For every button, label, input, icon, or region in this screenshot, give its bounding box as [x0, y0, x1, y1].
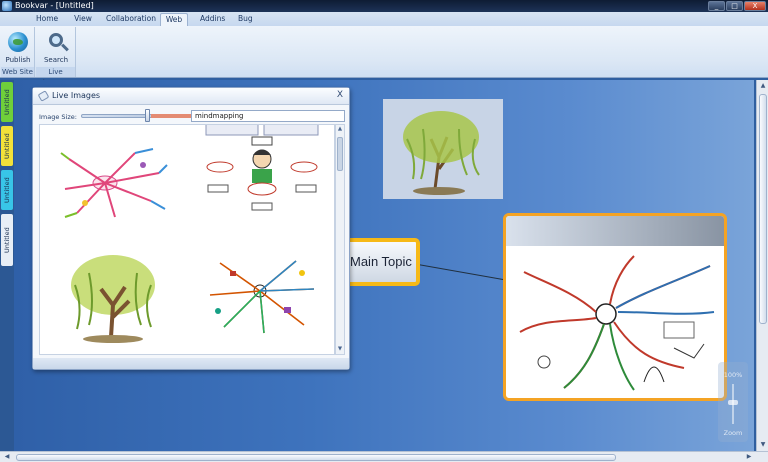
- panel-scroll-thumb[interactable]: [337, 137, 343, 171]
- image-search-input[interactable]: [191, 110, 345, 122]
- app-icon: [2, 1, 12, 11]
- vertical-scrollbar[interactable]: ▲ ▼: [756, 80, 768, 451]
- panel-footer: [33, 358, 349, 369]
- panel-header: Live Images X: [33, 88, 349, 105]
- doc-tab[interactable]: Untitled: [1, 170, 13, 210]
- doc-tab[interactable]: Untitled: [1, 214, 13, 266]
- group-web-site: Publish Web Site: [1, 27, 35, 77]
- image-results-grid: [39, 124, 335, 355]
- result-image: [60, 148, 168, 218]
- title-bar: Bookvar - [Untitled] _ □ X: [0, 0, 768, 12]
- zoom-knob[interactable]: [728, 400, 738, 405]
- globe-icon: [8, 32, 28, 52]
- tab-collaboration[interactable]: Collaboration: [106, 13, 156, 26]
- tab-view[interactable]: View: [74, 13, 92, 26]
- mindmap-image: [519, 255, 715, 391]
- publish-label: Publish: [5, 56, 31, 64]
- image-result[interactable]: [204, 255, 320, 335]
- maximize-button[interactable]: □: [726, 1, 743, 11]
- slider-fill: [151, 114, 193, 118]
- ribbon-tabs: Home View Collaboration Web Addins Bug: [0, 12, 768, 26]
- panel-close-button[interactable]: X: [337, 90, 343, 100]
- horizontal-scroll-thumb[interactable]: [16, 454, 616, 461]
- tree-image: [403, 111, 480, 195]
- close-button[interactable]: X: [744, 1, 766, 11]
- scroll-up-arrow[interactable]: ▲: [758, 81, 768, 91]
- doc-tab[interactable]: Untitled: [1, 126, 13, 166]
- window-title: Bookvar - [Untitled]: [15, 1, 94, 10]
- ribbon: Publish Web Site Search Live Images: [0, 26, 768, 86]
- floating-image[interactable]: [383, 99, 503, 199]
- tab-home[interactable]: Home: [36, 13, 58, 26]
- tab-addins[interactable]: Addins: [200, 13, 225, 26]
- scroll-right-arrow[interactable]: ▶: [744, 452, 754, 462]
- minimize-button[interactable]: _: [708, 1, 725, 11]
- image-size-label: Image Size:: [39, 113, 77, 121]
- result-image: [71, 255, 155, 343]
- tab-bug[interactable]: Bug: [238, 13, 253, 26]
- search-label: Search: [43, 56, 69, 64]
- image-result[interactable]: [204, 125, 320, 223]
- document-tabs: Untitled Untitled Untitled Untitled: [0, 80, 14, 451]
- vertical-scroll-thumb[interactable]: [759, 94, 767, 324]
- image-size-slider-thumb[interactable]: [145, 109, 150, 122]
- pin-icon[interactable]: [37, 90, 50, 102]
- scroll-down-arrow[interactable]: ▼: [336, 345, 344, 354]
- tab-web[interactable]: Web: [160, 13, 188, 26]
- image-topic-node[interactable]: [503, 213, 727, 401]
- panel-scrollbar[interactable]: ▲ ▼: [335, 124, 345, 355]
- doc-tab[interactable]: Untitled: [1, 82, 13, 122]
- main-topic-node[interactable]: Main Topic: [340, 238, 420, 286]
- result-image: [205, 125, 319, 211]
- panel-title: Live Images: [52, 91, 101, 100]
- publish-button[interactable]: Publish: [2, 29, 34, 65]
- group-label-live-images: Live Images: [36, 67, 75, 86]
- search-icon: [49, 33, 63, 47]
- live-images-panel: Live Images X Image Size: mindmapping ▲ …: [32, 87, 350, 370]
- group-live-images: Search Live Images: [36, 27, 76, 86]
- result-image: [209, 260, 315, 334]
- search-button[interactable]: Search: [40, 29, 72, 65]
- zoom-value: 100%: [723, 371, 743, 379]
- group-label-web-site: Web Site: [1, 67, 34, 77]
- horizontal-scrollbar[interactable]: ◀ ▶: [0, 451, 768, 462]
- scroll-down-arrow[interactable]: ▼: [758, 440, 768, 450]
- zoom-control[interactable]: 100% Zoom: [718, 362, 748, 442]
- image-result[interactable]: [55, 143, 171, 223]
- zoom-label: Zoom: [723, 429, 743, 437]
- scroll-up-arrow[interactable]: ▲: [336, 125, 344, 134]
- image-result[interactable]: [55, 245, 171, 345]
- scroll-left-arrow[interactable]: ◀: [2, 452, 12, 462]
- topic-header: [506, 216, 724, 246]
